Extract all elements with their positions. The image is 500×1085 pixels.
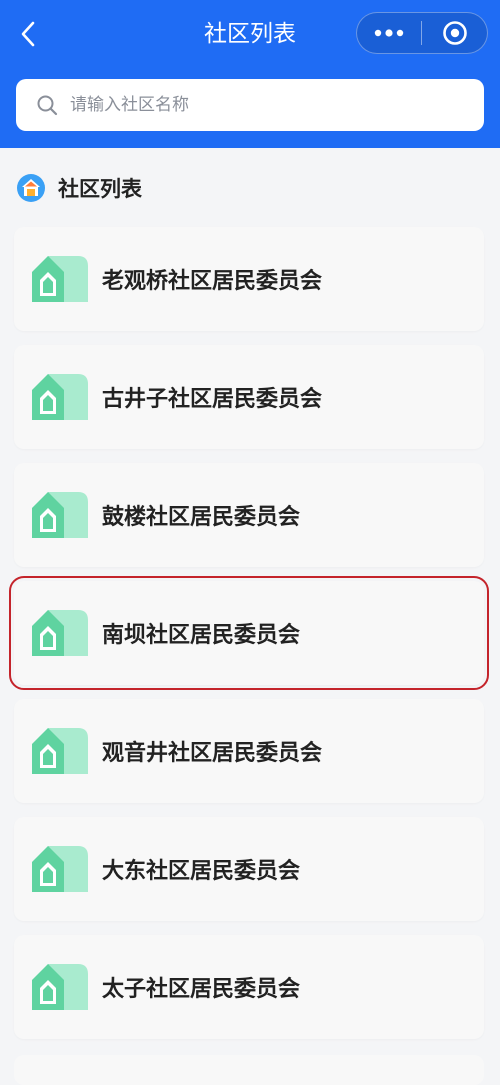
mini-program-capsule <box>356 12 488 54</box>
section-header: 社区列表 <box>16 172 142 204</box>
search-bar[interactable] <box>16 79 484 131</box>
community-building-icon <box>32 492 88 538</box>
community-name: 大东社区居民委员会 <box>102 859 301 884</box>
more-dots-icon <box>374 29 404 37</box>
community-building-icon <box>32 256 88 302</box>
search-icon <box>34 92 60 118</box>
community-card[interactable]: 观音井社区居民委员会 <box>14 699 484 803</box>
community-building-icon <box>32 610 88 656</box>
search-input[interactable] <box>68 94 472 116</box>
community-card[interactable]: 大东社区居民委员会 <box>14 817 484 921</box>
community-name: 古井子社区居民委员会 <box>102 387 323 412</box>
more-button[interactable] <box>357 13 421 53</box>
community-name: 老观桥社区居民委员会 <box>102 269 323 294</box>
community-building-icon <box>32 964 88 1010</box>
target-circle-icon <box>442 21 467 45</box>
community-name: 南坝社区居民委员会 <box>102 623 301 648</box>
community-building-icon <box>32 846 88 892</box>
community-card[interactable]: 古井子社区居民委员会 <box>14 345 484 449</box>
community-card[interactable]: 鼓楼社区居民委员会 <box>14 463 484 567</box>
community-house-icon <box>17 174 45 202</box>
community-name: 观音井社区居民委员会 <box>102 741 323 766</box>
close-mini-program-button[interactable] <box>422 13 487 53</box>
section-title: 社区列表 <box>58 177 142 201</box>
community-building-icon <box>32 374 88 420</box>
community-name: 鼓楼社区居民委员会 <box>102 505 301 530</box>
community-name: 太子社区居民委员会 <box>102 977 301 1002</box>
community-card[interactable]: 太子社区居民委员会 <box>14 935 484 1039</box>
community-card[interactable]: 老观桥社区居民委员会 <box>14 227 484 331</box>
list-item-partial[interactable] <box>14 1055 484 1085</box>
top-nav-bar: 社区列表 <box>0 0 500 148</box>
community-building-icon <box>32 728 88 774</box>
community-list: 老观桥社区居民委员会 古井子社区居民委员会 鼓楼社区居民委员会 南坝社区居民委员… <box>9 227 489 1053</box>
community-card[interactable]: 南坝社区居民委员会 <box>9 576 489 690</box>
